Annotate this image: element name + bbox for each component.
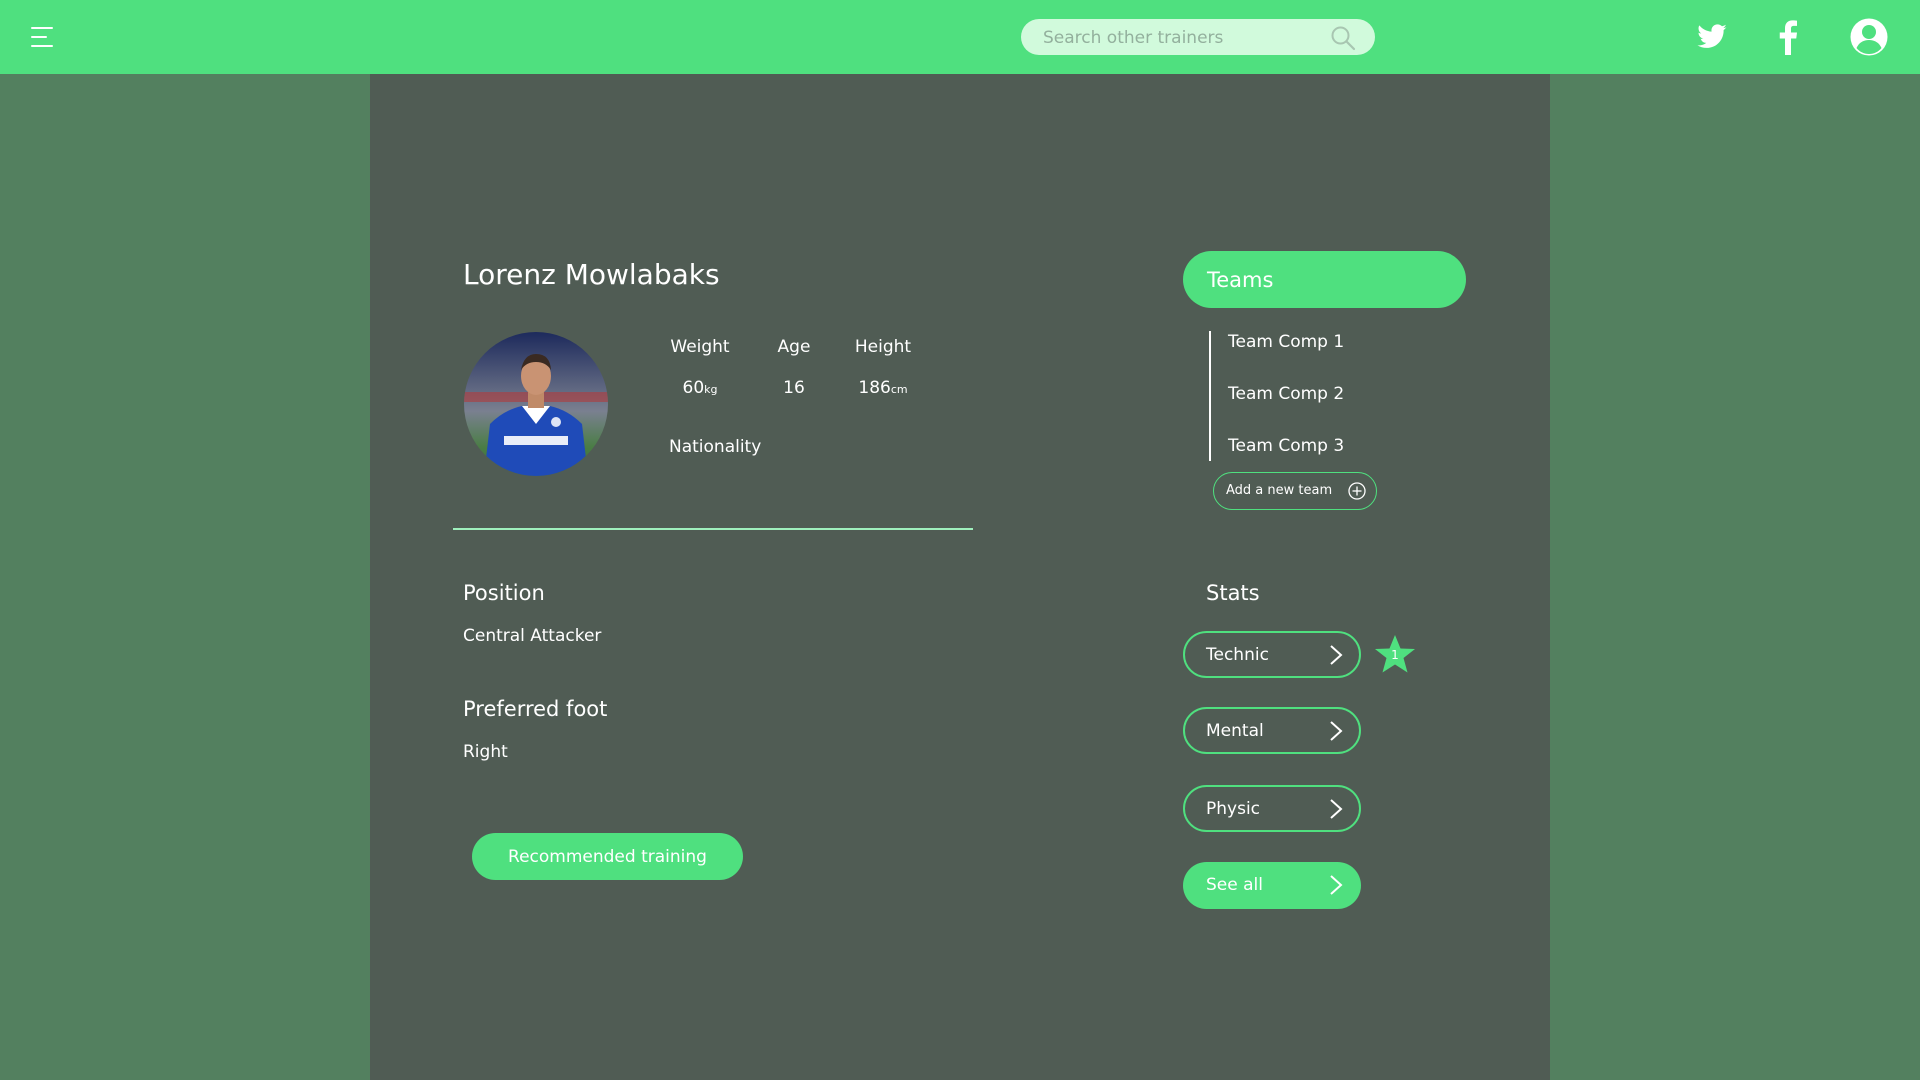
see-all-label: See all xyxy=(1206,875,1263,895)
chevron-right-icon xyxy=(1330,875,1343,895)
physic-button[interactable]: Physic xyxy=(1183,785,1361,832)
mental-label: Mental xyxy=(1206,721,1264,741)
technic-label: Technic xyxy=(1206,645,1269,665)
mental-button[interactable]: Mental xyxy=(1183,707,1361,754)
recommended-training-button[interactable]: Recommended training xyxy=(472,833,743,880)
position-value: Central Attacker xyxy=(463,626,602,646)
player-avatar xyxy=(464,332,608,476)
menu-icon[interactable] xyxy=(31,27,53,47)
search-input[interactable] xyxy=(1041,19,1335,57)
user-account-icon[interactable] xyxy=(1850,18,1888,56)
age-value: 16 xyxy=(783,378,805,398)
search-icon[interactable] xyxy=(1330,25,1356,51)
add-team-label: Add a new team xyxy=(1226,483,1333,498)
weight-value: 60kg xyxy=(682,378,718,398)
chevron-right-icon xyxy=(1330,799,1343,819)
teams-button[interactable]: Teams xyxy=(1183,251,1466,308)
chevron-right-icon xyxy=(1330,721,1343,741)
star-badge-value: 1 xyxy=(1391,648,1399,662)
technic-button[interactable]: Technic xyxy=(1183,631,1361,678)
height-value: 186cm xyxy=(858,378,908,398)
team-item[interactable]: Team Comp 1 xyxy=(1228,332,1344,352)
player-name: Lorenz Mowlabaks xyxy=(463,258,720,291)
teams-list-line xyxy=(1209,331,1211,461)
search-box xyxy=(1021,19,1375,57)
twitter-icon[interactable] xyxy=(1696,21,1728,53)
stats-heading: Stats xyxy=(1206,581,1260,605)
weight-label: Weight xyxy=(670,337,730,357)
facebook-icon[interactable] xyxy=(1777,19,1799,55)
top-bar xyxy=(0,0,1920,74)
nationality-label: Nationality xyxy=(669,437,762,457)
team-item[interactable]: Team Comp 2 xyxy=(1228,384,1344,404)
plus-circle-icon xyxy=(1348,482,1366,500)
preferred-foot-label: Preferred foot xyxy=(463,697,608,721)
preferred-foot-value: Right xyxy=(463,742,508,762)
age-label: Age xyxy=(777,337,811,357)
see-all-button[interactable]: See all xyxy=(1183,862,1361,909)
height-label: Height xyxy=(854,337,912,357)
team-item[interactable]: Team Comp 3 xyxy=(1228,436,1344,456)
profile-panel xyxy=(370,74,1550,1080)
add-team-button[interactable]: Add a new team xyxy=(1213,472,1377,510)
section-divider xyxy=(453,528,973,530)
physic-label: Physic xyxy=(1206,799,1261,819)
chevron-right-icon xyxy=(1330,645,1343,665)
position-label: Position xyxy=(463,581,545,605)
